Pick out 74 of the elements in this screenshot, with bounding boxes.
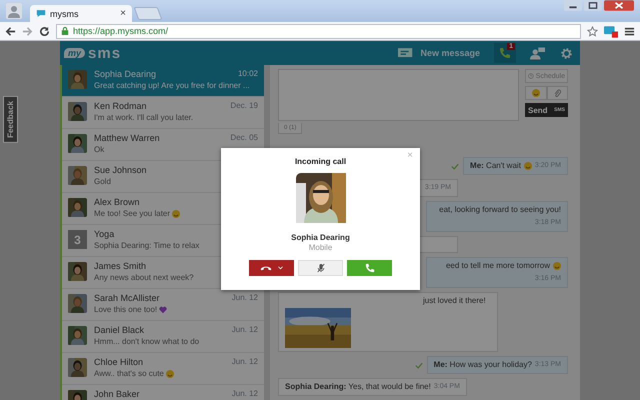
accept-button[interactable] [347,260,392,276]
message-time: Jun. 12 [232,293,258,303]
logo-badge: my [64,48,86,58]
caller-name: Sophia Dearing [291,233,350,242]
message-preview: Ok [94,145,104,154]
feedback-tab[interactable]: Feedback [3,96,18,143]
conversation-item[interactable]: Daniel Black Jun. 12 Hmm... don't know what to do [62,321,264,353]
contact-name: Yoga [94,229,114,239]
lock-icon [61,26,69,36]
logo-text: sms [88,44,122,62]
message-time: 10:02 [238,69,258,79]
phone-icon [499,47,511,59]
message-time: Jun. 12 [232,357,258,367]
message-preview: Me too! See you later [94,209,170,218]
hang-up-icon [260,265,272,271]
mic-muted-icon [316,263,324,273]
conversation-item[interactable]: Ken Rodman Dec. 19 I'm at work. I'll call you later. [62,97,264,129]
message-time: Jun. 12 [232,325,258,335]
star-icon[interactable] [587,26,598,36]
message-time: Jun. 12 [232,389,258,399]
message-preview: I'm at work. I'll call you later. [94,113,194,122]
smiley-icon [532,89,540,97]
maximize-icon[interactable] [584,0,602,11]
forward-icon[interactable] [22,26,33,36]
extension-icon[interactable] [604,24,618,38]
contact-name: Sophia Dearing [94,69,156,79]
message-preview: Great catching up! Are you free for dinner ... [94,81,250,90]
dialog-title: Incoming call [294,157,346,166]
profile-icon[interactable] [6,3,22,19]
clock-icon [528,72,534,80]
photo-message: just loved it there! [278,292,498,352]
message-preview: Sophia Dearing: Time to relax [94,241,200,250]
back-icon[interactable] [5,26,16,36]
new-message-button[interactable]: New message [398,48,480,58]
tab-title: mysms [50,8,80,18]
message-time: Dec. 05 [230,133,258,143]
contact-name: Ken Rodman [94,101,147,111]
decline-button[interactable] [249,260,294,276]
caller-number-type: Mobile [308,243,332,252]
conversation-item[interactable]: Chloe Hilton Jun. 12 Aww.. that's so cute [62,353,264,385]
message-preview: Love this one too! [94,305,158,314]
message-input[interactable] [278,69,519,121]
browser-tab[interactable]: mysms × [30,5,132,22]
contact-name: Matthew Warren [94,133,160,143]
phone-icon [364,263,374,273]
contact-name: James Smith [94,261,146,271]
attach-button[interactable] [546,86,568,100]
conversation-item[interactable]: Sophia Dearing 10:02 Great catching up! Are you free for dinner ... [62,65,264,97]
close-icon[interactable] [604,0,634,11]
contact-name: Alex Brown [94,197,140,207]
paperclip-icon [554,88,561,98]
contact-name: Daniel Black [94,325,144,335]
reload-icon[interactable] [39,26,50,36]
mute-button[interactable] [298,260,343,276]
settings-icon[interactable] [559,46,574,60]
address-bar[interactable]: https://app.mysms.com/ [56,24,581,38]
message-preview: Gold [94,177,111,186]
chat-bubble-icon [36,9,46,18]
caret-icon [278,266,283,270]
close-icon[interactable]: × [120,8,126,19]
group-avatar: 3 [68,230,87,249]
minimize-icon[interactable] [564,0,582,11]
message-preview: Any news about next week? [94,273,194,282]
contact-name: John Baker [94,389,140,399]
menu-icon[interactable] [624,26,635,36]
contact-name: Sarah McAllister [94,293,160,303]
message-time: Dec. 19 [230,101,258,111]
conversation-item[interactable]: John Baker Jun. 12 [62,385,264,400]
message-preview: Hmm... don't know what to do [94,337,200,346]
contact-name: Chloe Hilton [94,357,144,367]
contacts-icon[interactable] [530,46,545,60]
message-preview: Aww.. that's so cute [94,369,164,378]
contact-name: Sue Johnson [94,165,147,175]
message-icon [398,48,414,58]
